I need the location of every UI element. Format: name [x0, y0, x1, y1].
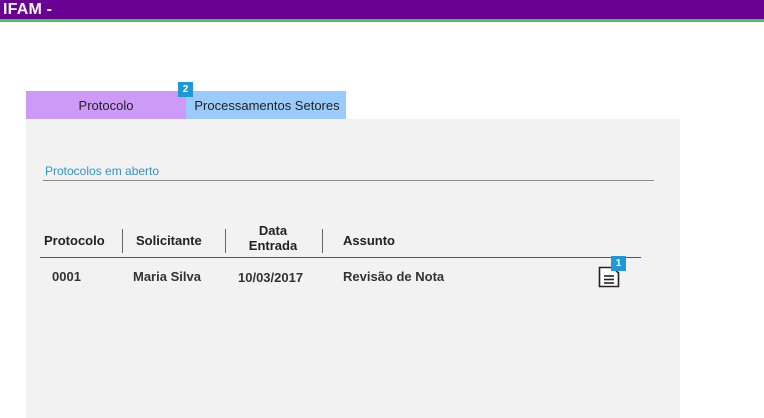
app-title: IFAM -: [3, 1, 53, 18]
tab-badge: 2: [178, 82, 193, 97]
content-panel: Protocolos em aberto Protocolo Solicitan…: [26, 119, 680, 418]
section-divider: [43, 180, 654, 181]
app-header: IFAM -: [0, 0, 764, 22]
tab-protocolo[interactable]: Protocolo: [26, 91, 186, 119]
column-header-solicitante: Solicitante: [136, 233, 202, 248]
column-header-assunto: Assunto: [343, 233, 395, 248]
tab-processamentos-setores[interactable]: Processamentos Setores: [186, 91, 346, 119]
table-header-divider: [40, 257, 641, 258]
tab-label: Processamentos Setores: [194, 97, 340, 113]
column-header-protocolo: Protocolo: [44, 233, 105, 248]
action-badge: 1: [611, 256, 626, 271]
section-title: Protocolos em aberto: [45, 164, 160, 178]
column-header-entrada-line: Entrada: [248, 238, 298, 253]
column-header-data-line: Data: [258, 223, 288, 238]
column-separator: [322, 229, 323, 253]
cell-protocolo: 0001: [52, 269, 81, 284]
column-header-data-entrada: Data Entrada: [229, 223, 317, 253]
column-separator: [225, 229, 226, 253]
cell-data-entrada: 10/03/2017: [238, 270, 304, 285]
cell-solicitante: Maria Silva: [133, 269, 201, 284]
tab-label: Protocolo: [78, 97, 134, 113]
cell-assunto: Revisão de Nota: [343, 269, 445, 284]
column-separator: [122, 229, 123, 253]
